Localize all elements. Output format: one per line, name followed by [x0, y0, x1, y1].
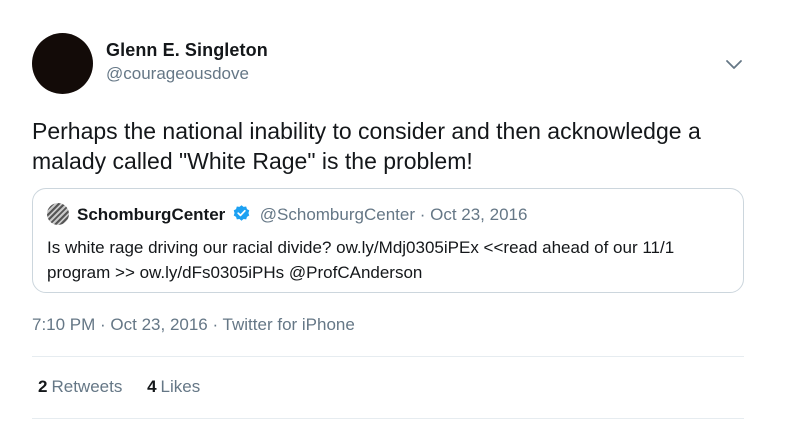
chevron-down-icon[interactable]	[722, 52, 746, 76]
quoted-avatar[interactable]	[47, 203, 69, 225]
likes-stat[interactable]: 4 Likes	[147, 377, 200, 397]
retweets-label: Retweets	[51, 377, 123, 396]
quoted-tweet[interactable]: SchomburgCenter @SchomburgCenter · Oct 2…	[32, 188, 744, 293]
likes-label: Likes	[160, 377, 201, 396]
quoted-header: SchomburgCenter @SchomburgCenter · Oct 2…	[77, 204, 527, 225]
likes-count: 4	[147, 377, 157, 396]
verified-badge-icon	[233, 205, 250, 221]
retweets-stat[interactable]: 2 Retweets	[38, 377, 122, 397]
divider	[32, 418, 744, 419]
tweet-text: Perhaps the national inability to consid…	[32, 118, 701, 174]
tweet-stats: 2 Retweets 4 Likes	[38, 377, 220, 397]
author-handle[interactable]: @courageousdove	[106, 64, 249, 84]
avatar[interactable]	[32, 33, 93, 94]
quoted-handle-date: @SchomburgCenter · Oct 23, 2016	[259, 205, 528, 224]
divider	[32, 356, 744, 357]
quoted-tweet-text: Is white rage driving our racial divide?…	[47, 238, 675, 282]
retweets-count: 2	[38, 377, 48, 396]
author-display-name[interactable]: Glenn E. Singleton	[106, 40, 268, 61]
tweet-timestamp[interactable]: 7:10 PM · Oct 23, 2016 · Twitter for iPh…	[32, 315, 355, 335]
quoted-author-name[interactable]: SchomburgCenter	[77, 205, 225, 224]
